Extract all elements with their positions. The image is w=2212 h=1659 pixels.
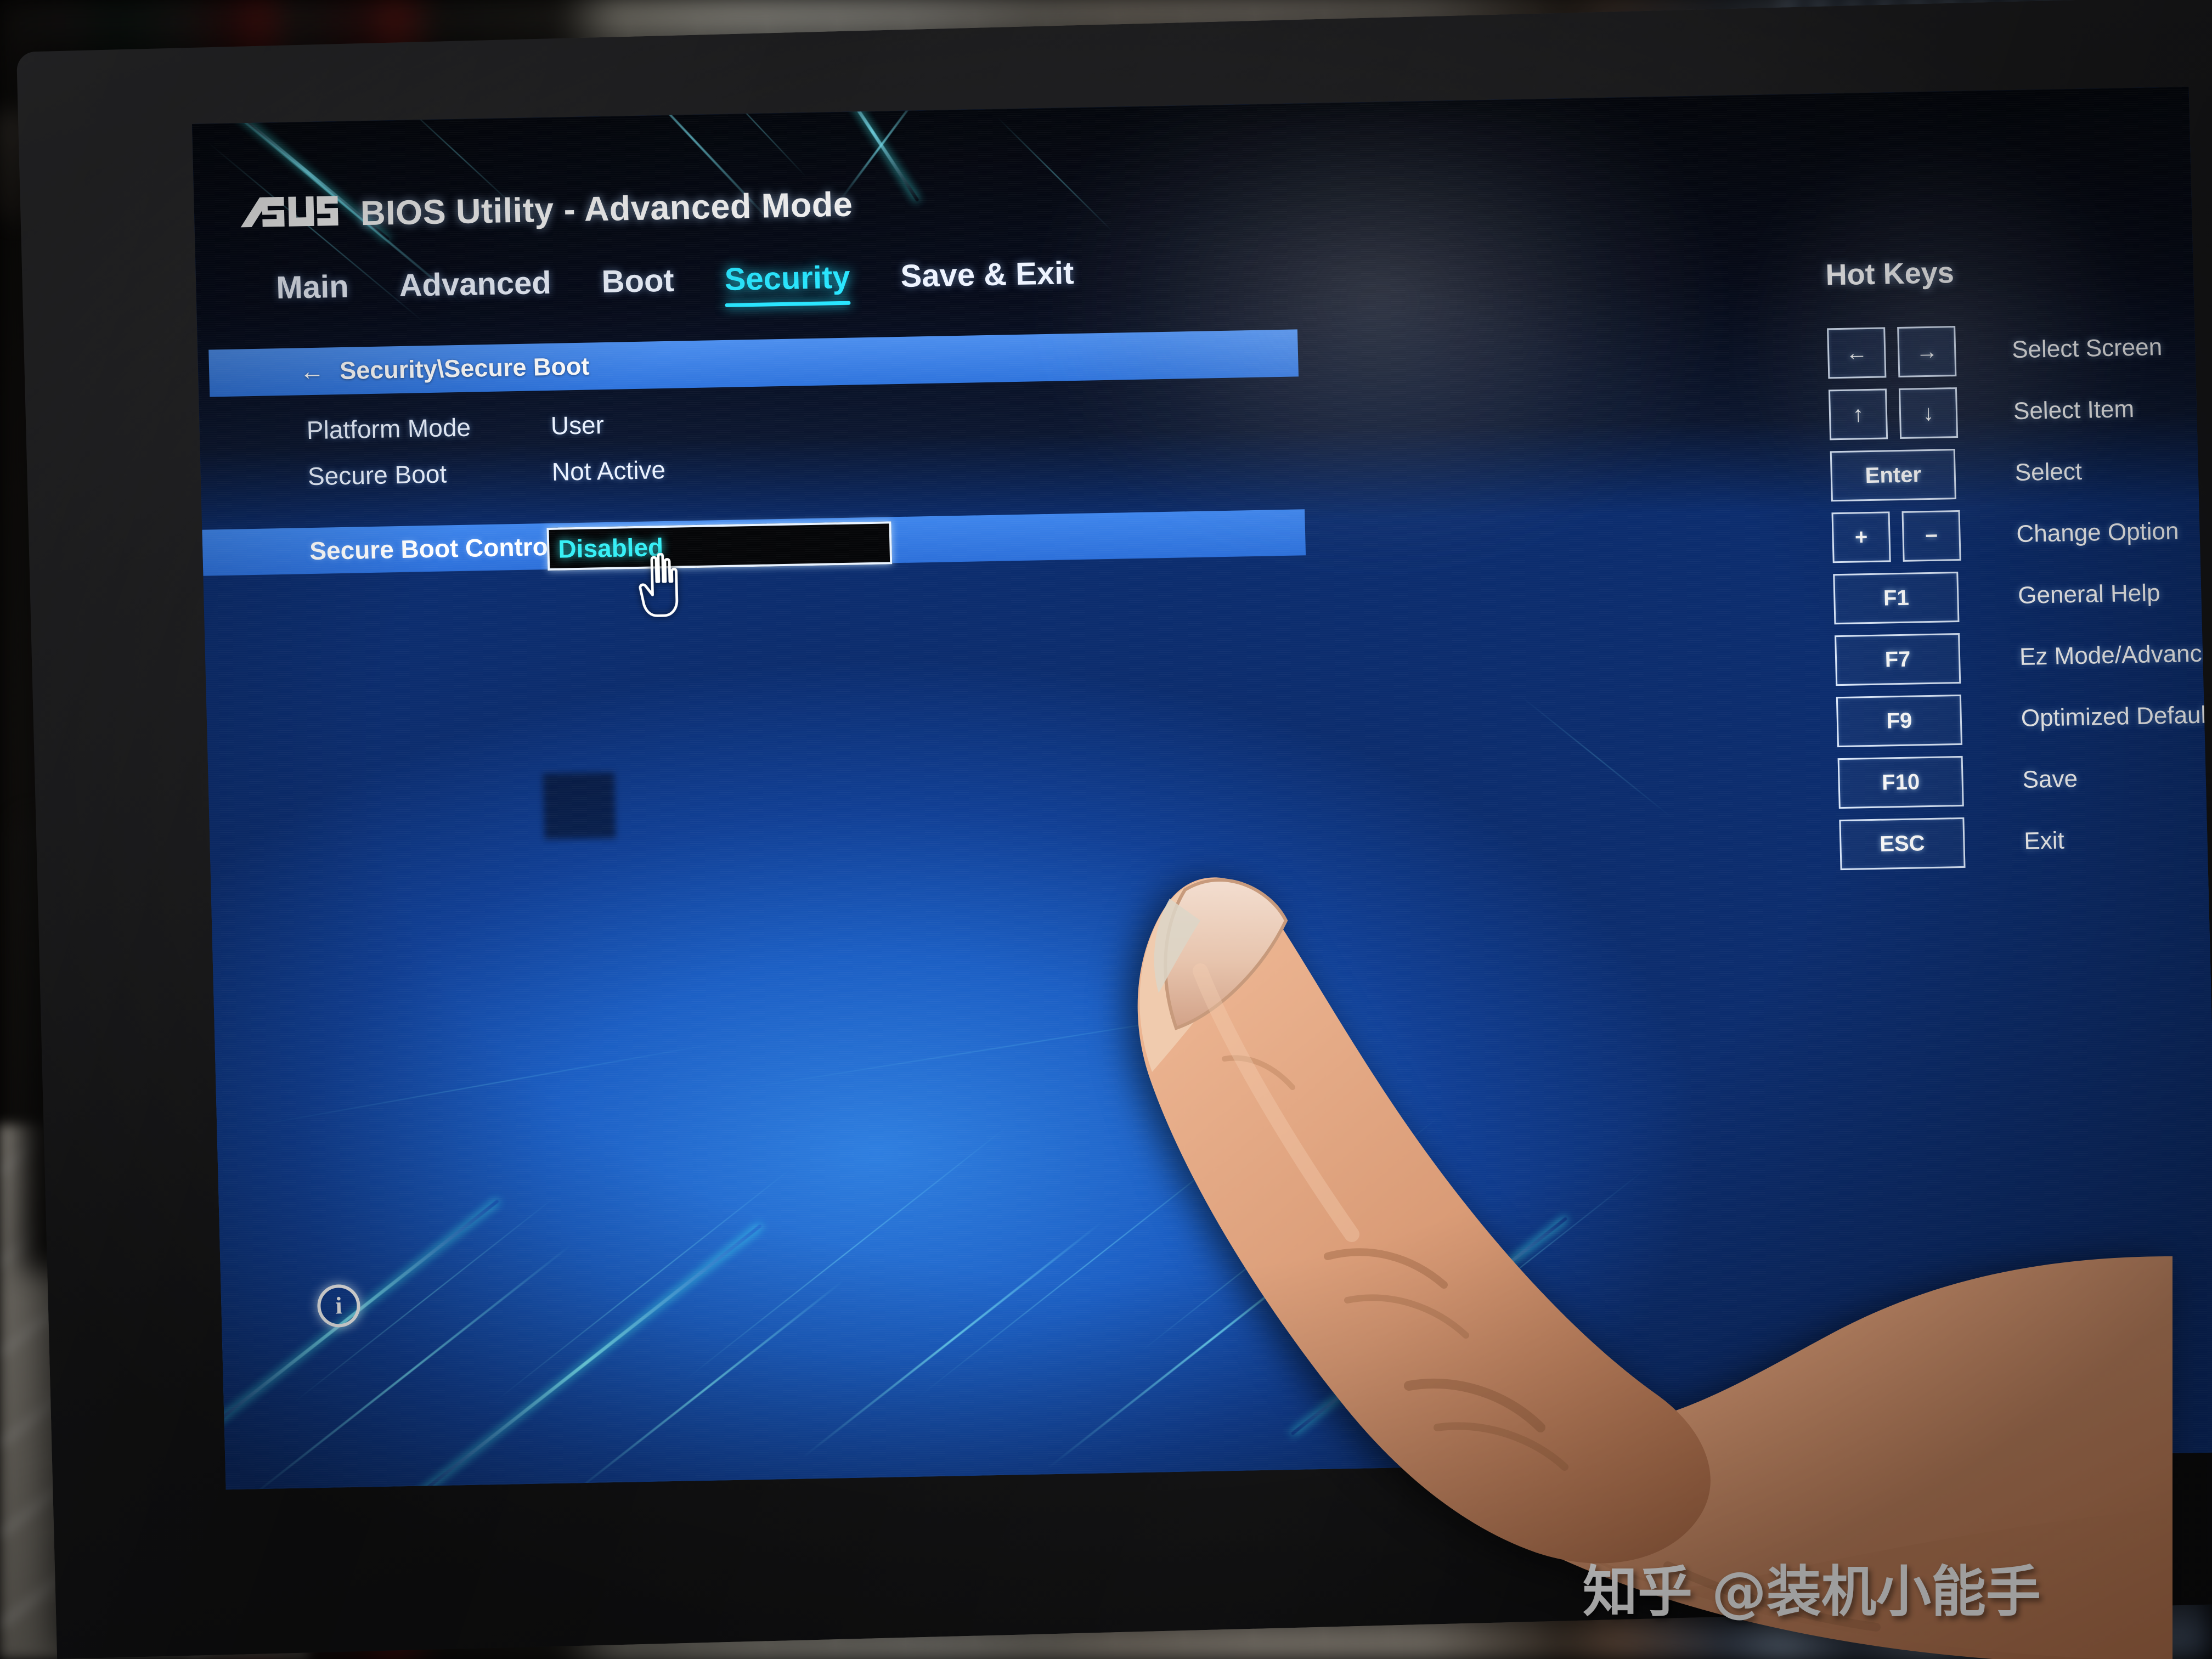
- hand-cursor-icon: [636, 552, 687, 621]
- tab-security[interactable]: Security: [699, 258, 876, 308]
- hotkey-description: Optimized Defaults: [2021, 701, 2212, 732]
- photo-of-laptop-screen: BIOS Utility - Advanced Mode Main Advanc…: [0, 0, 2212, 1659]
- secure-boot-control-dropdown[interactable]: Disabled: [546, 521, 893, 571]
- tab-main[interactable]: Main: [251, 268, 375, 316]
- tab-boot-label: Boot: [601, 262, 675, 300]
- page-title: BIOS Utility - Advanced Mode: [360, 185, 854, 233]
- info-icon-glyph: i: [335, 1292, 343, 1319]
- tab-main-label: Main: [275, 268, 349, 306]
- setting-value: Not Active: [551, 455, 666, 486]
- breadcrumb-path: Security\Secure Boot: [339, 352, 590, 385]
- tab-security-label: Security: [724, 259, 851, 297]
- setting-label: Secure Boot: [307, 459, 447, 491]
- breadcrumb-back-arrow-icon[interactable]: ←: [300, 357, 325, 386]
- setting-value: User: [550, 410, 605, 440]
- hotkey-row-optimized-defaults: F9 Optimized Defaults: [1803, 685, 2212, 752]
- screen-shadow-patch: [543, 772, 616, 840]
- tab-boot[interactable]: Boot: [576, 262, 700, 310]
- screen-glare-reflection-2: [1674, 119, 2209, 678]
- tab-advanced-label: Advanced: [398, 264, 552, 303]
- pointing-hand: [966, 785, 2172, 1659]
- hotkey-keys: F9: [1836, 694, 2002, 748]
- setting-label: Platform Mode: [306, 413, 471, 445]
- key-f9[interactable]: F9: [1836, 694, 1963, 748]
- watermark: 知乎 @装机小能手: [1583, 1560, 2041, 1624]
- info-icon[interactable]: i: [317, 1284, 361, 1328]
- asus-logo-icon: [238, 193, 340, 236]
- setting-label: Secure Boot Control: [309, 532, 556, 566]
- tab-advanced[interactable]: Advanced: [374, 264, 577, 314]
